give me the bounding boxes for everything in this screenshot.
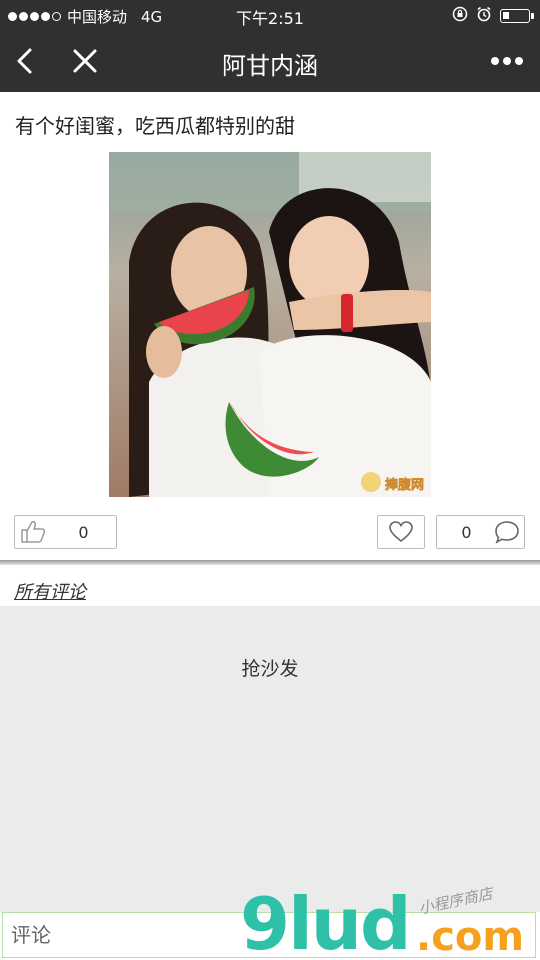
status-right [452,6,534,26]
comment-count: 0 [461,522,472,542]
close-button[interactable] [60,30,110,92]
comments-area: 抢沙发 [0,606,540,912]
chevron-left-icon [17,48,32,74]
battery-icon [500,9,534,23]
post-image[interactable]: 捧腹网 [109,152,431,497]
more-dots-icon [491,57,523,65]
comments-header: 所有评论 [0,570,540,606]
orientation-lock-icon [452,6,468,26]
comment-button[interactable]: 0 [436,515,525,549]
status-bar: 中国移动 4G 下午2:51 [0,0,540,30]
empty-comments-note: 抢沙发 [241,658,299,680]
divider-shadow [0,560,540,565]
all-comments-label: 所有评论 [14,582,86,603]
photo-illustration: 捧腹网 [109,152,431,497]
post-title: 有个好闺蜜，吃西瓜都特别的甜 [15,114,295,138]
more-button[interactable] [482,30,532,92]
svg-text:捧腹网: 捧腹网 [385,477,424,493]
alarm-icon [476,6,492,26]
like-count: 0 [78,522,89,542]
thumbs-up-icon [15,520,51,544]
nav-bar: 阿甘内涵 [0,30,540,92]
post-card: 有个好闺蜜，吃西瓜都特别的甜 捧腹网 0 0 [0,104,540,560]
favorite-button[interactable] [377,515,425,549]
heart-icon [389,521,413,543]
post-actions: 0 0 [0,515,540,549]
back-button[interactable] [0,30,50,92]
like-button[interactable]: 0 [14,515,117,549]
comment-input[interactable] [2,912,536,958]
close-icon [73,49,97,73]
chat-bubble-icon [490,520,524,544]
